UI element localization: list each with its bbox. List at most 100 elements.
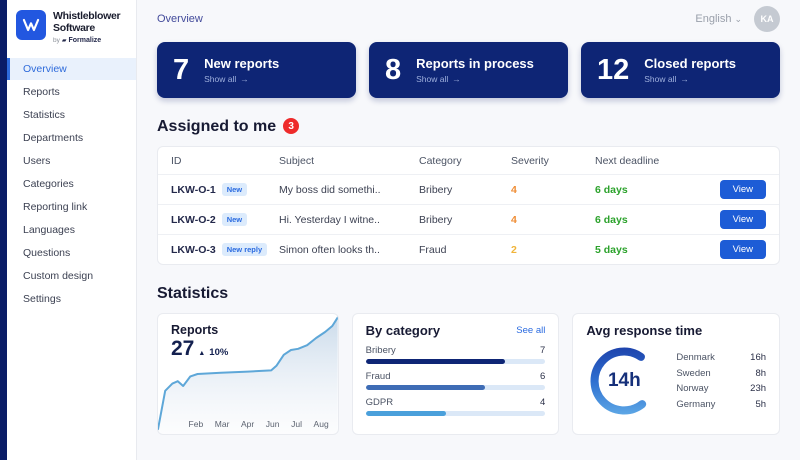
table-row[interactable]: LKW-O-1 New My boss did somethi.. Briber… [158,174,779,204]
view-button[interactable]: View [720,180,766,199]
legend-row: Sweden 8h [676,368,766,379]
charts-row: Reports 27 ▲ 10% Feb Mar Apr Jun Jul Aug [157,313,780,435]
report-category: Bribery [419,184,511,196]
status-badge: New [222,213,247,226]
bar-fill [366,385,486,390]
legend-label: Sweden [676,368,710,379]
language-label: English [695,13,731,25]
assigned-count-badge: 3 [283,118,299,134]
sidebar: Whistleblower Software by ▰ Formalize Ov… [7,0,137,460]
arrow-right-icon: → [680,74,689,84]
closed-count: 12 [597,56,629,85]
sidebar-item-categories[interactable]: Categories [7,173,136,195]
show-all-link[interactable]: Show all → [644,74,736,84]
legend-row: Norway 23h [676,383,766,394]
x-tick: Jun [266,419,280,429]
bar-group: GDPR 4 [366,397,546,416]
category-chart-title: By category [366,323,440,338]
sidebar-item-statistics[interactable]: Statistics [7,104,136,126]
bar-value: 4 [540,397,545,408]
severity-value: 2 [511,244,595,256]
col-severity: Severity [511,155,595,167]
bar-fill [366,359,506,364]
bar-label: Bribery [366,345,396,356]
see-all-link[interactable]: See all [516,325,545,336]
table-header-row: ID Subject Category Severity Next deadli… [158,147,779,174]
trend-value: 10% [209,347,228,358]
reports-chart-overlay: Reports 27 ▲ 10% [171,323,228,359]
byline-brand: Formalize [69,37,102,44]
sidebar-item-overview[interactable]: Overview [7,58,136,80]
byline-prefix: by [53,37,60,44]
sidebar-item-settings[interactable]: Settings [7,288,136,310]
x-tick: Feb [189,419,204,429]
arrow-right-icon: → [452,74,461,84]
sidebar-item-questions[interactable]: Questions [7,242,136,264]
legend-label: Denmark [676,352,715,363]
logo-title-line2: Software [53,22,120,34]
app-logo[interactable]: Whistleblower Software by ▰ Formalize [7,0,136,56]
stat-cards-row: 7 New reports Show all → 8 Reports in pr… [157,42,780,98]
bar-fill [366,411,446,416]
report-id-cell: LKW-O-3 New reply [171,243,279,256]
view-button[interactable]: View [720,210,766,229]
report-id: LKW-O-1 [171,184,216,196]
deadline-value: 5 days [595,244,710,256]
x-tick: Jul [291,419,302,429]
x-tick: Aug [314,419,329,429]
sidebar-item-departments[interactable]: Departments [7,127,136,149]
arrow-right-icon: → [240,74,249,84]
new-reports-title: New reports [204,56,279,71]
language-selector[interactable]: English ⌄ [695,13,742,25]
bar-value: 7 [540,345,545,356]
main-content: Overview English ⌄ KA 7 New reports Show… [137,0,800,460]
deadline-value: 6 days [595,184,710,196]
show-all-link[interactable]: Show all → [416,74,534,84]
table-row[interactable]: LKW-O-3 New reply Simon often looks th..… [158,234,779,264]
stat-card-reports-in-process[interactable]: 8 Reports in process Show all → [369,42,568,98]
new-reports-count: 7 [173,56,189,85]
show-all-link[interactable]: Show all → [204,74,279,84]
assigned-heading: Assigned to me [157,118,276,136]
report-subject: Simon often looks th.. [279,244,419,256]
table-row[interactable]: LKW-O-2 New Hi. Yesterday I witne.. Brib… [158,204,779,234]
col-deadline: Next deadline [595,155,710,167]
bar-label: GDPR [366,397,393,408]
response-time-card: Avg response time [572,313,780,435]
sidebar-item-custom-design[interactable]: Custom design [7,265,136,287]
severity-value: 4 [511,184,595,196]
category-chart-card: By category See all Bribery 7 Fraud 6 [352,313,560,435]
sidebar-nav: Overview Reports Statistics Departments … [7,58,136,310]
trend-up-icon: ▲ [198,350,205,357]
status-badge: New reply [222,243,267,256]
reports-chart-card: Reports 27 ▲ 10% Feb Mar Apr Jun Jul Aug [157,313,339,435]
legend-value: 23h [750,383,766,394]
bar-value: 6 [540,371,545,382]
donut-center-label: 14h [586,343,662,419]
report-subject: Hi. Yesterday I witne.. [279,214,419,226]
report-id-cell: LKW-O-1 New [171,183,279,196]
chevron-down-icon: ⌄ [734,15,742,24]
stat-card-new-reports[interactable]: 7 New reports Show all → [157,42,356,98]
stat-card-closed-reports[interactable]: 12 Closed reports Show all → [581,42,780,98]
logo-text: Whistleblower Software by ▰ Formalize [53,10,120,44]
left-rail [0,0,7,460]
avatar[interactable]: KA [754,6,780,32]
sidebar-item-reports[interactable]: Reports [7,81,136,103]
statistics-heading: Statistics [157,285,780,303]
breadcrumb[interactable]: Overview [157,13,203,25]
legend-value: 8h [755,368,766,379]
reports-chart-title: Reports [171,323,228,337]
report-id: LKW-O-2 [171,214,216,226]
view-button[interactable]: View [720,240,766,259]
formalize-logo-icon: ▰ [62,37,67,44]
topbar-right: English ⌄ KA [695,6,780,32]
reports-total: 27 [171,338,194,359]
show-all-label: Show all [204,74,236,84]
sidebar-item-users[interactable]: Users [7,150,136,172]
bar-track [366,411,546,416]
response-time-donut: 14h [586,343,662,419]
sidebar-item-reporting-link[interactable]: Reporting link [7,196,136,218]
app-window: Whistleblower Software by ▰ Formalize Ov… [0,0,800,460]
sidebar-item-languages[interactable]: Languages [7,219,136,241]
